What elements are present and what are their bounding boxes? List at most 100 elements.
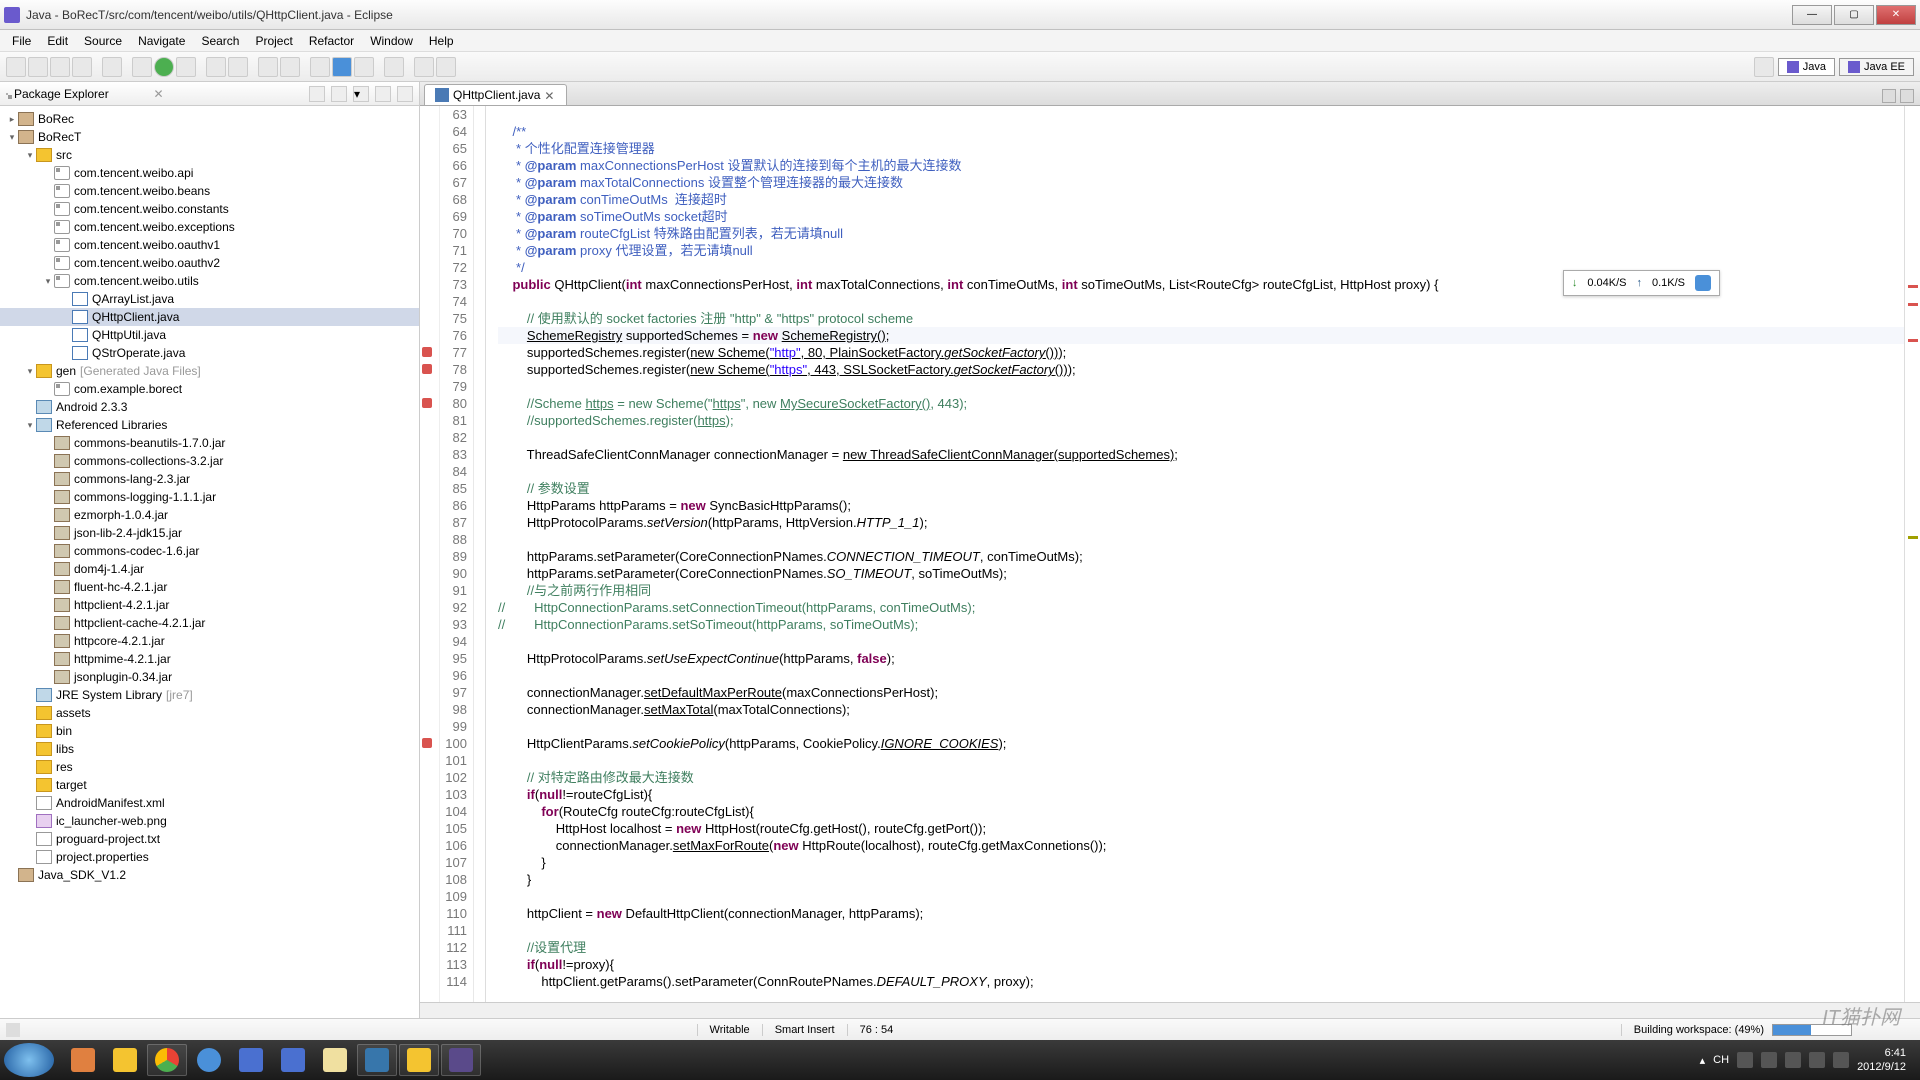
tray-icon-3[interactable] — [1785, 1052, 1801, 1068]
save-all-button[interactable] — [50, 57, 70, 77]
debug-button[interactable] — [132, 57, 152, 77]
tree-item[interactable]: assets — [0, 704, 419, 722]
tree-item[interactable]: QHttpUtil.java — [0, 326, 419, 344]
tray-clock[interactable]: 6:41 2012/9/12 — [1857, 1046, 1906, 1074]
tree-item[interactable]: project.properties — [0, 848, 419, 866]
new-class-button[interactable] — [228, 57, 248, 77]
tree-item[interactable]: httpmime-4.2.1.jar — [0, 650, 419, 668]
tray-volume-icon[interactable] — [1809, 1052, 1825, 1068]
tree-item[interactable]: target — [0, 776, 419, 794]
taskbar-app-3[interactable] — [231, 1044, 271, 1076]
menu-window[interactable]: Window — [362, 32, 421, 50]
new-package-button[interactable] — [206, 57, 226, 77]
package-tree[interactable]: ▸BoRec▾BoRecT▾srccom.tencent.weibo.apico… — [0, 106, 419, 1018]
perspective-java[interactable]: Java — [1778, 58, 1835, 76]
menu-edit[interactable]: Edit — [39, 32, 76, 50]
tree-item[interactable]: res — [0, 758, 419, 776]
menu-project[interactable]: Project — [247, 32, 300, 50]
tree-item[interactable]: commons-collections-3.2.jar — [0, 452, 419, 470]
maximize-editor-button[interactable] — [1900, 89, 1914, 103]
system-tray[interactable]: ▴ CH 6:41 2012/9/12 — [1700, 1046, 1916, 1074]
taskbar-chrome[interactable] — [147, 1044, 187, 1076]
tree-item[interactable]: AndroidManifest.xml — [0, 794, 419, 812]
minimize-editor-button[interactable] — [1882, 89, 1896, 103]
menu-file[interactable]: File — [4, 32, 39, 50]
link-editor-button[interactable] — [331, 86, 347, 102]
tree-item[interactable]: QHttpClient.java — [0, 308, 419, 326]
tree-item[interactable]: com.tencent.weibo.oauthv1 — [0, 236, 419, 254]
tray-icon-2[interactable] — [1761, 1052, 1777, 1068]
back-button[interactable] — [414, 57, 434, 77]
tree-item[interactable]: QArrayList.java — [0, 290, 419, 308]
taskbar-app-4[interactable] — [273, 1044, 313, 1076]
tray-arrow-icon[interactable]: ▴ — [1700, 1054, 1706, 1067]
taskbar-python[interactable] — [357, 1044, 397, 1076]
close-button[interactable]: ✕ — [1876, 5, 1916, 25]
code-editor[interactable]: 6364656667686970717273747576777879808182… — [420, 106, 1920, 1002]
show-whitespace-button[interactable] — [354, 57, 374, 77]
tree-item[interactable]: jsonplugin-0.34.jar — [0, 668, 419, 686]
tree-item[interactable]: ▾Referenced Libraries — [0, 416, 419, 434]
taskbar-ie[interactable] — [189, 1044, 229, 1076]
network-speed-widget[interactable]: ↓0.04K/S ↑0.1K/S — [1563, 270, 1720, 296]
tree-item[interactable]: ▾com.tencent.weibo.utils — [0, 272, 419, 290]
tree-item[interactable]: commons-logging-1.1.1.jar — [0, 488, 419, 506]
tree-item[interactable]: proguard-project.txt — [0, 830, 419, 848]
search-button[interactable] — [280, 57, 300, 77]
taskbar-notepad[interactable] — [315, 1044, 355, 1076]
tree-item[interactable]: fluent-hc-4.2.1.jar — [0, 578, 419, 596]
menu-navigate[interactable]: Navigate — [130, 32, 193, 50]
ime-indicator[interactable]: CH — [1713, 1054, 1729, 1066]
taskbar-app-1[interactable] — [63, 1044, 103, 1076]
tree-item[interactable]: ezmorph-1.0.4.jar — [0, 506, 419, 524]
menu-search[interactable]: Search — [193, 32, 247, 50]
close-tab-icon[interactable]: ✕ — [544, 89, 556, 101]
tree-item[interactable]: dom4j-1.4.jar — [0, 560, 419, 578]
open-type-button[interactable] — [258, 57, 278, 77]
tree-item[interactable]: ▸BoRec — [0, 110, 419, 128]
perspective-javaee[interactable]: Java EE — [1839, 58, 1914, 76]
tree-item[interactable]: ▾src — [0, 146, 419, 164]
maximize-button[interactable]: ▢ — [1834, 5, 1874, 25]
tree-item[interactable]: ic_launcher-web.png — [0, 812, 419, 830]
menu-source[interactable]: Source — [76, 32, 130, 50]
minimize-view-button[interactable] — [375, 86, 391, 102]
menu-refactor[interactable]: Refactor — [301, 32, 362, 50]
view-menu-button[interactable]: ▾ — [353, 86, 369, 102]
tree-item[interactable]: httpclient-cache-4.2.1.jar — [0, 614, 419, 632]
tree-item[interactable]: ▾BoRecT — [0, 128, 419, 146]
taskbar-app-2[interactable] — [105, 1044, 145, 1076]
tree-item[interactable]: commons-lang-2.3.jar — [0, 470, 419, 488]
tray-network-icon[interactable] — [1833, 1052, 1849, 1068]
collapse-all-button[interactable] — [309, 86, 325, 102]
tree-item[interactable]: com.tencent.weibo.api — [0, 164, 419, 182]
editor-tab-qhttpclient[interactable]: QHttpClient.java ✕ — [424, 84, 567, 105]
tree-item[interactable]: Java_SDK_V1.2 — [0, 866, 419, 884]
horizontal-scrollbar[interactable] — [420, 1002, 1920, 1018]
toggle-mark-button[interactable] — [310, 57, 330, 77]
new-button[interactable] — [6, 57, 26, 77]
build-button[interactable] — [102, 57, 122, 77]
tree-item[interactable]: httpcore-4.2.1.jar — [0, 632, 419, 650]
tree-item[interactable]: ▾gen[Generated Java Files] — [0, 362, 419, 380]
open-perspective-button[interactable] — [1754, 57, 1774, 77]
forward-button[interactable] — [436, 57, 456, 77]
run-last-button[interactable] — [176, 57, 196, 77]
annotation-button[interactable] — [384, 57, 404, 77]
toggle-block-button[interactable] — [332, 57, 352, 77]
tree-item[interactable]: com.tencent.weibo.beans — [0, 182, 419, 200]
tree-item[interactable]: Android 2.3.3 — [0, 398, 419, 416]
tree-item[interactable]: bin — [0, 722, 419, 740]
tree-item[interactable]: com.tencent.weibo.exceptions — [0, 218, 419, 236]
tree-item[interactable]: QStrOperate.java — [0, 344, 419, 362]
tree-item[interactable]: json-lib-2.4-jdk15.jar — [0, 524, 419, 542]
tree-item[interactable]: JRE System Library[jre7] — [0, 686, 419, 704]
tree-item[interactable]: libs — [0, 740, 419, 758]
menu-help[interactable]: Help — [421, 32, 462, 50]
maximize-view-button[interactable] — [397, 86, 413, 102]
tray-icon-1[interactable] — [1737, 1052, 1753, 1068]
taskbar-explorer[interactable] — [399, 1044, 439, 1076]
tree-item[interactable]: com.tencent.weibo.constants — [0, 200, 419, 218]
tree-item[interactable]: com.tencent.weibo.oauthv2 — [0, 254, 419, 272]
tree-item[interactable]: com.example.borect — [0, 380, 419, 398]
